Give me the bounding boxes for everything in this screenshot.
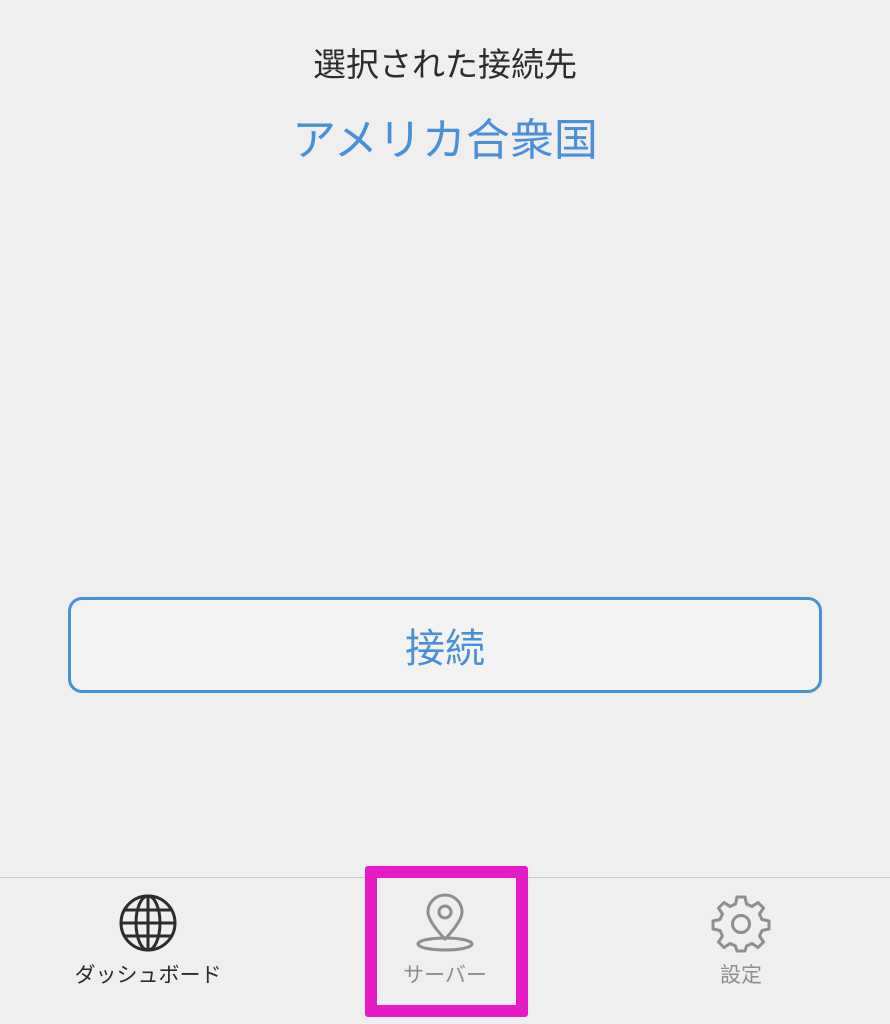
tab-dashboard-label: ダッシュボード — [74, 963, 222, 987]
app-screen: 選択された接続先 アメリカ合衆国 接続 ダッシュボード サーバー 設定 — [0, 0, 890, 1024]
location-pin-icon — [414, 892, 476, 954]
tab-server-label: サーバー — [403, 963, 487, 987]
tab-server[interactable]: サーバー — [335, 878, 555, 1024]
tab-settings-label: 設定 — [720, 963, 762, 987]
tab-dashboard[interactable]: ダッシュボード — [38, 878, 258, 1024]
connect-button[interactable]: 接続 — [68, 597, 822, 693]
globe-icon — [117, 892, 179, 954]
selected-destination-value[interactable]: アメリカ合衆国 — [0, 104, 890, 168]
tab-bar: ダッシュボード サーバー 設定 — [0, 877, 890, 1024]
tab-settings[interactable]: 設定 — [631, 878, 851, 1024]
selected-destination-label: 選択された接続先 — [313, 45, 577, 84]
gear-icon — [710, 892, 772, 954]
